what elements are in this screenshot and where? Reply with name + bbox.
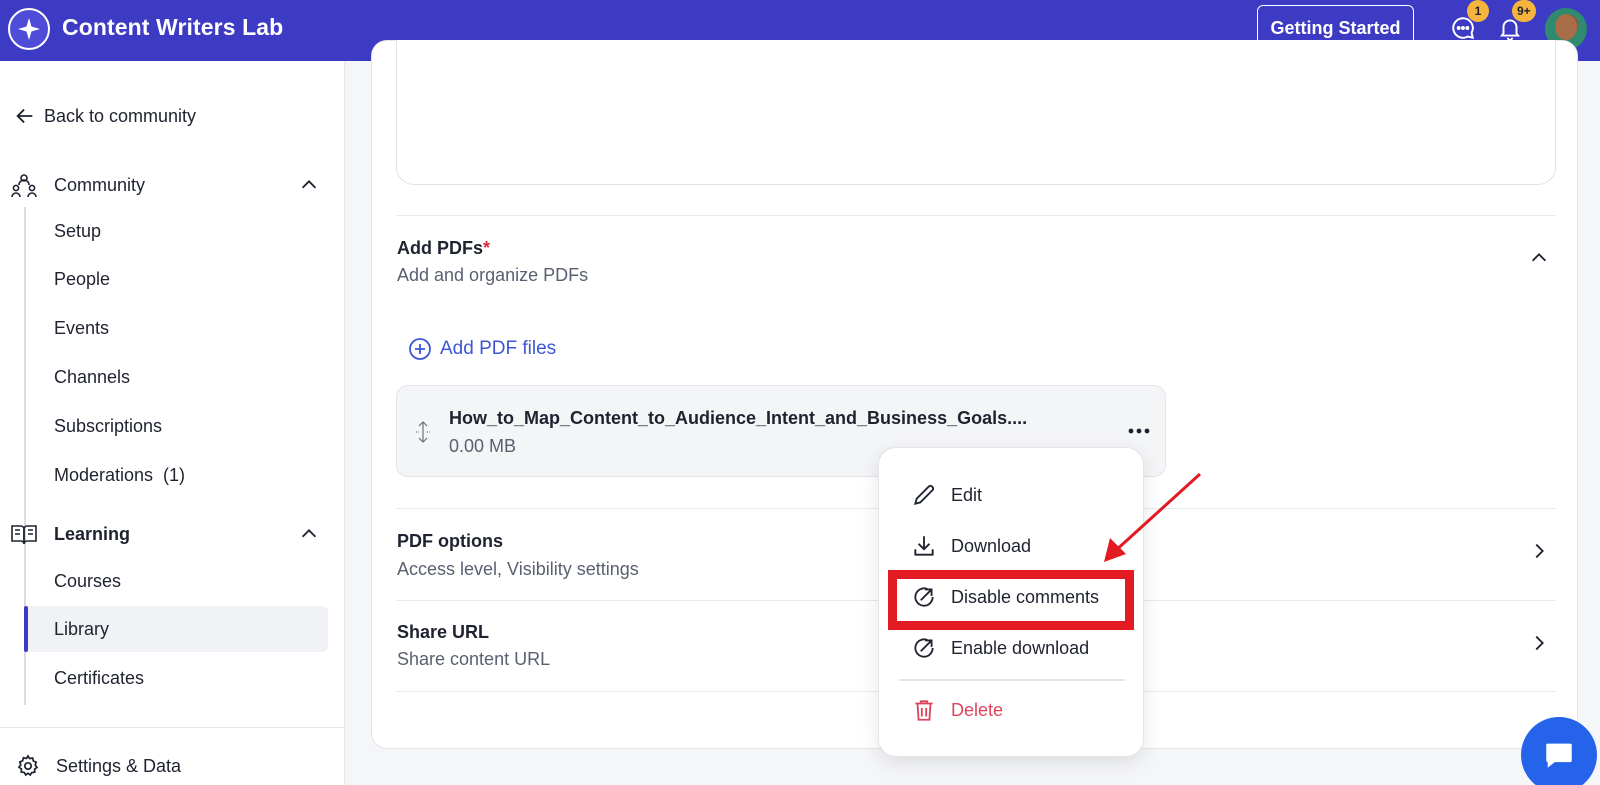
chevron-up-icon (1531, 253, 1547, 262)
book-icon (11, 525, 37, 545)
settings-label: Settings & Data (56, 755, 182, 776)
chevron-up-icon (301, 180, 317, 189)
pdf-file-name: How_to_Map_Content_to_Audience_Intent_an… (449, 408, 1028, 428)
menu-item-download[interactable]: Download (911, 533, 1031, 559)
chevron-up-icon (301, 529, 317, 538)
messages-badge: 1 (1467, 0, 1489, 22)
description-textarea[interactable] (396, 40, 1556, 185)
section-divider (396, 215, 1556, 216)
notifications-badge: 9+ (1512, 0, 1536, 22)
pdf-file-size: 0.00 MB (449, 436, 517, 456)
menu-item-delete[interactable]: Delete (911, 697, 1003, 723)
menu-label-delete: Delete (951, 699, 1004, 720)
sidebar: Back to community Community Setup People… (0, 61, 345, 785)
menu-label-download: Download (951, 535, 1032, 556)
gear-icon (17, 754, 39, 777)
add-pdfs-title: Add PDFs* (397, 238, 491, 258)
sidebar-divider (0, 727, 345, 728)
learning-section-toggle[interactable]: Learning (10, 520, 320, 548)
chat-icon (1546, 743, 1572, 768)
more-options-button[interactable] (1124, 416, 1154, 446)
sidebar-item-moderations[interactable]: Moderations (1) (24, 452, 328, 498)
more-horizontal-icon (1128, 428, 1150, 434)
back-to-community-link[interactable]: Back to community (14, 105, 196, 127)
learning-section-label: Learning (54, 523, 131, 544)
back-link-label: Back to community (44, 105, 197, 126)
required-mark: * (483, 238, 491, 258)
annotation-arrow-icon (1104, 472, 1202, 562)
sidebar-item-certificates[interactable]: Certificates (24, 655, 328, 701)
settings-and-data-link[interactable]: Settings & Data (16, 754, 181, 778)
menu-item-enable-download[interactable]: Enable download (911, 635, 1089, 661)
menu-label-edit: Edit (951, 484, 983, 505)
add-pdf-files-button[interactable]: Add PDF files (408, 337, 556, 361)
toggle-arrow-circle-icon (914, 638, 934, 658)
app-logo-icon[interactable] (8, 8, 50, 50)
sidebar-item-courses[interactable]: Courses (24, 558, 328, 604)
community-section-label: Community (54, 174, 146, 195)
menu-separator (899, 679, 1125, 681)
plus-circle-icon (409, 338, 431, 360)
support-chat-button[interactable] (1521, 717, 1597, 785)
sidebar-item-events[interactable]: Events (24, 305, 328, 351)
download-icon (914, 536, 934, 556)
add-pdfs-subtitle: Add and organize PDFs (397, 265, 589, 285)
drag-handle-icon[interactable] (413, 420, 433, 444)
pdf-options-subtitle: Access level, Visibility settings (397, 559, 639, 579)
share-url-title: Share URL (397, 622, 490, 642)
add-pdf-files-label: Add PDF files (440, 338, 557, 359)
sidebar-item-library[interactable]: Library (24, 606, 328, 652)
chevron-right-icon (1535, 543, 1544, 559)
trash-icon (915, 700, 933, 721)
sidebar-item-setup[interactable]: Setup (24, 208, 328, 254)
sidebar-item-subscriptions[interactable]: Subscriptions (24, 403, 328, 449)
menu-label-enable-download: Enable download (951, 637, 1090, 658)
pdf-options-title: PDF options (397, 531, 503, 551)
pencil-icon (914, 484, 935, 505)
sidebar-item-channels[interactable]: Channels (24, 354, 328, 400)
arrow-left-icon (16, 108, 33, 124)
share-url-subtitle: Share content URL (397, 649, 551, 669)
annotation-highlight-box (888, 570, 1134, 630)
community-icon (11, 174, 37, 198)
app-title: Content Writers Lab (62, 14, 284, 40)
community-section-toggle[interactable]: Community (10, 171, 320, 199)
sidebar-item-people[interactable]: People (24, 256, 328, 302)
menu-item-edit[interactable]: Edit (911, 482, 982, 508)
chevron-right-icon (1535, 635, 1544, 651)
